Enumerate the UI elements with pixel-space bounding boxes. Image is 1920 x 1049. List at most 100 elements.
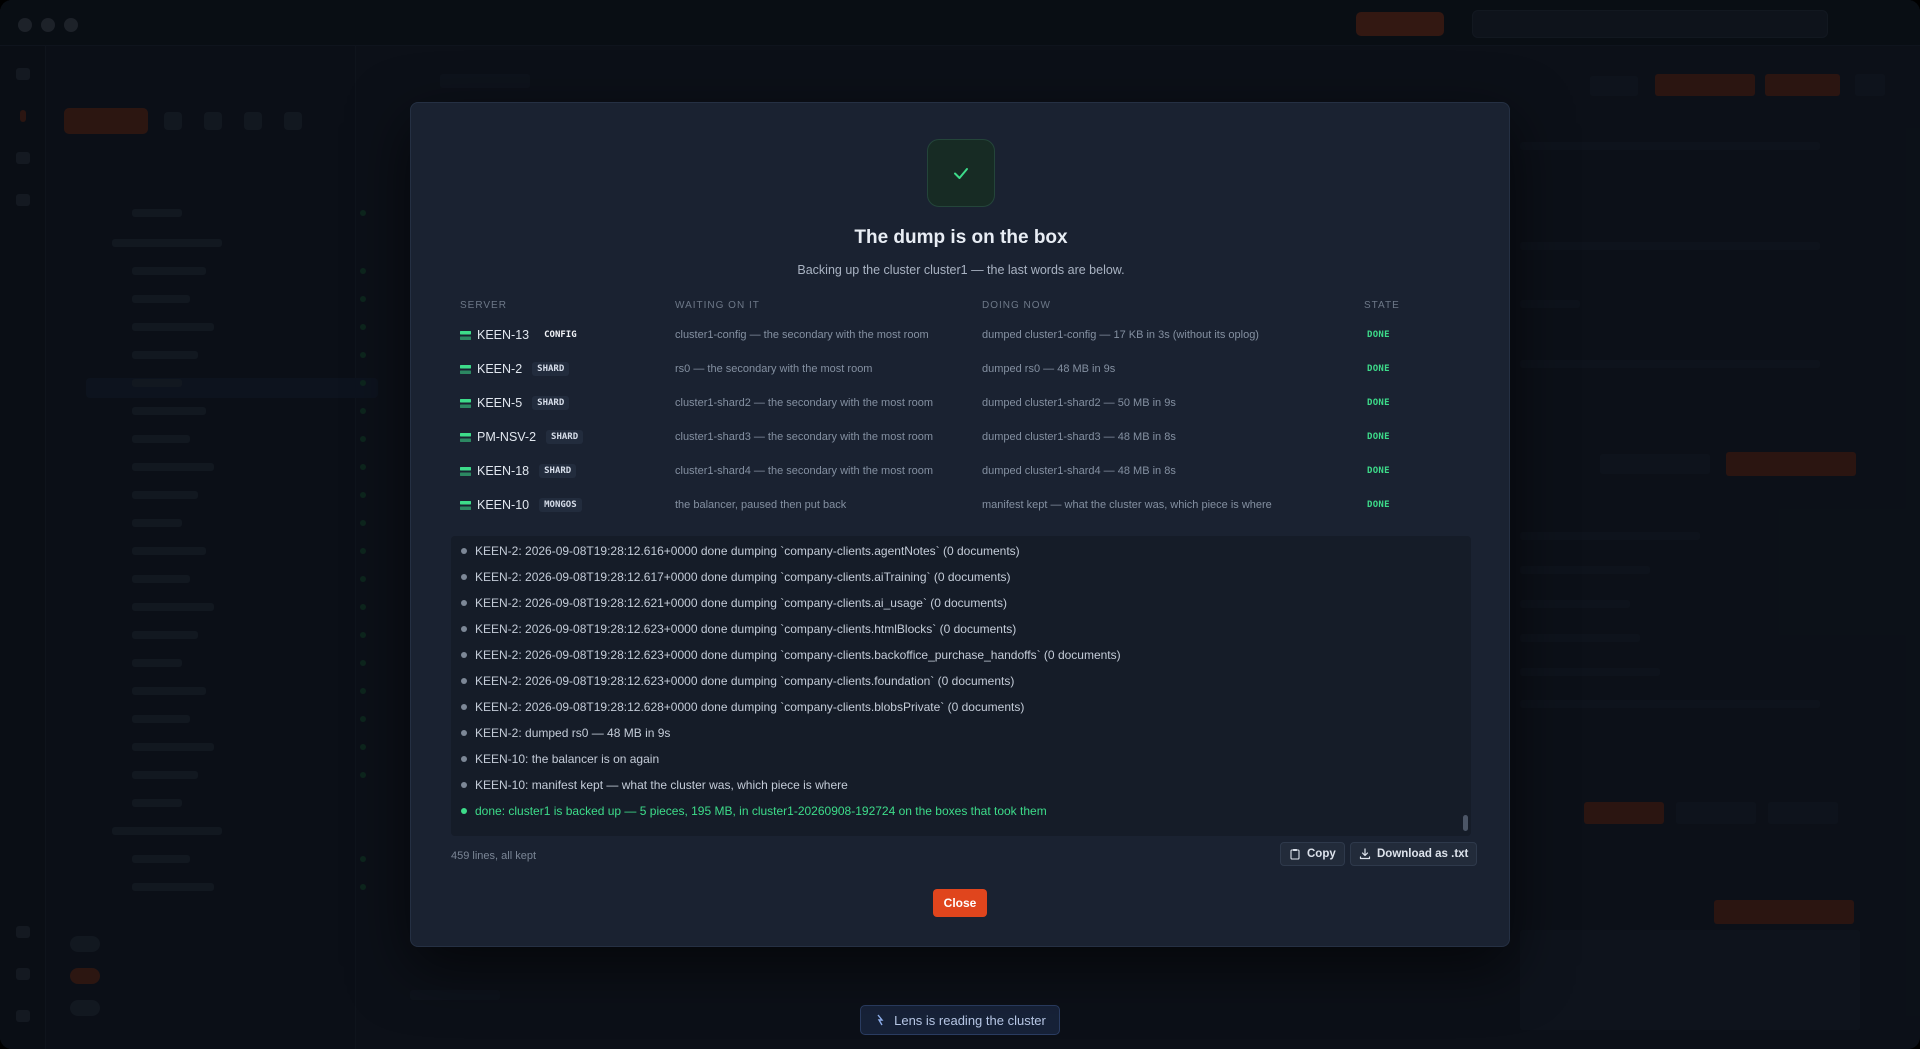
bullet-icon xyxy=(461,626,467,632)
bullet-icon xyxy=(461,678,467,684)
doing-cell: dumped cluster1-shard2 — 50 MB in 9s xyxy=(982,397,1176,409)
server-name: KEEN-5 xyxy=(477,396,523,410)
bullet-icon xyxy=(461,600,467,606)
role-badge: SHARD xyxy=(546,430,584,444)
success-badge xyxy=(927,139,995,207)
download-button[interactable]: Download as .txt xyxy=(1350,842,1478,866)
server-cell: KEEN-18 SHARD xyxy=(460,454,577,488)
bullet-icon xyxy=(461,730,467,736)
doing-cell: dumped cluster1-shard3 — 48 MB in 8s xyxy=(982,431,1176,443)
server-icon xyxy=(460,364,471,374)
status-pill: Lens is reading the cluster xyxy=(860,1005,1060,1035)
doing-cell: manifest kept — what the cluster was, wh… xyxy=(982,499,1272,511)
log-text: KEEN-2: 2026-09-08T19:28:12.623+0000 don… xyxy=(475,622,1017,636)
dialog-title: The dump is on the box xyxy=(854,227,1068,248)
server-icon xyxy=(460,398,471,408)
server-name: KEEN-13 xyxy=(477,328,530,342)
log-line: KEEN-10: the balancer is on again xyxy=(461,746,659,772)
log-text: KEEN-2: 2026-09-08T19:28:12.623+0000 don… xyxy=(475,674,1015,688)
backup-result-dialog: The dump is on the box Backing up the cl… xyxy=(410,102,1510,947)
log-line: KEEN-2: 2026-09-08T19:28:12.623+0000 don… xyxy=(461,668,1014,694)
server-name: KEEN-10 xyxy=(477,498,530,512)
state-badge: DONE xyxy=(1367,364,1390,374)
log-text: KEEN-2: 2026-09-08T19:28:12.616+0000 don… xyxy=(475,544,1020,558)
server-row: KEEN-5 SHARD cluster1-shard2 — the seconda… xyxy=(411,386,1511,420)
waiting-cell: cluster1-shard2 — the secondary with the… xyxy=(675,397,934,409)
copy-button-label: Copy xyxy=(1307,848,1336,860)
server-cell: KEEN-2 SHARD xyxy=(460,352,570,386)
server-name: KEEN-2 xyxy=(477,362,523,376)
bullet-icon xyxy=(461,574,467,580)
state-badge: DONE xyxy=(1367,330,1390,340)
server-row: KEEN-13 CONFIG cluster1-config — the secon… xyxy=(411,318,1511,352)
server-cell: PM-NSV-2 SHARD xyxy=(460,420,584,454)
log-line: KEEN-2: 2026-09-08T19:28:12.628+0000 don… xyxy=(461,694,1024,720)
app-window: Lens is reading the cluster The dump is … xyxy=(0,0,1920,1049)
role-badge: SHARD xyxy=(539,464,577,478)
waiting-cell: rs0 — the secondary with the most room xyxy=(675,363,873,375)
server-name: PM-NSV-2 xyxy=(477,430,537,444)
bullet-icon xyxy=(461,782,467,788)
log-text: KEEN-2: 2026-09-08T19:28:12.623+0000 don… xyxy=(475,648,1121,662)
role-badge: CONFIG xyxy=(544,330,577,340)
log-text: KEEN-2: 2026-09-08T19:28:12.621+0000 don… xyxy=(475,596,1007,610)
download-button-label: Download as .txt xyxy=(1377,848,1469,860)
column-header-waiting: WAITING ON IT xyxy=(675,300,760,311)
log-text: KEEN-10: manifest kept — what the cluste… xyxy=(475,778,848,792)
role-badge: SHARD xyxy=(532,362,570,376)
log-line: KEEN-2: 2026-09-08T19:28:12.623+0000 don… xyxy=(461,642,1121,668)
server-row: PM-NSV-2 SHARD cluster1-shard3 — the secon… xyxy=(411,420,1511,454)
waiting-cell: the balancer, paused then put back xyxy=(675,499,847,511)
download-icon xyxy=(1359,848,1371,860)
bullet-icon xyxy=(461,704,467,710)
log-text: KEEN-2: dumped rs0 — 48 MB in 9s xyxy=(475,726,671,740)
log-line: KEEN-2: 2026-09-08T19:28:12.616+0000 don… xyxy=(461,538,1020,564)
state-badge: DONE xyxy=(1367,500,1390,510)
bullet-icon xyxy=(461,548,467,554)
log-panel[interactable]: KEEN-2: 2026-09-08T19:28:12.616+0000 don… xyxy=(451,536,1471,836)
server-row: KEEN-10 MONGOS the balancer, paused then p… xyxy=(411,488,1511,522)
status-label: Lens is reading the cluster xyxy=(894,1012,1046,1028)
column-header-server: SERVER xyxy=(460,300,507,311)
log-scrollbar[interactable] xyxy=(1463,815,1468,831)
dialog-subtitle: Backing up the cluster cluster1 — the la… xyxy=(797,263,1125,277)
bullet-icon xyxy=(461,652,467,658)
log-line: done: cluster1 is backed up — 5 pieces, … xyxy=(461,798,1047,824)
server-icon xyxy=(460,466,471,476)
log-line-count: 459 lines, all kept xyxy=(451,850,536,862)
waiting-cell: cluster1-shard4 — the secondary with the… xyxy=(675,465,934,477)
server-icon xyxy=(460,432,471,442)
column-header-state: STATE xyxy=(1364,300,1400,311)
log-line: KEEN-2: 2026-09-08T19:28:12.617+0000 don… xyxy=(461,564,1011,590)
copy-button[interactable]: Copy xyxy=(1280,842,1345,866)
server-icon xyxy=(460,500,471,510)
clipboard-icon xyxy=(1290,849,1300,860)
pulse-icon xyxy=(877,1014,884,1026)
server-cell: KEEN-5 SHARD xyxy=(460,386,570,420)
server-row: KEEN-18 SHARD cluster1-shard4 — the second… xyxy=(411,454,1511,488)
log-line: KEEN-2: 2026-09-08T19:28:12.623+0000 don… xyxy=(461,616,1016,642)
role-badge: SHARD xyxy=(532,396,570,410)
state-badge: DONE xyxy=(1367,466,1390,476)
waiting-cell: cluster1-config — the secondary with the… xyxy=(675,329,929,341)
server-name: KEEN-18 xyxy=(477,464,530,478)
role-badge: MONGOS xyxy=(539,498,582,512)
server-icon xyxy=(460,330,471,340)
server-row: KEEN-2 SHARD rs0 — the secondary with the … xyxy=(411,352,1511,386)
state-badge: DONE xyxy=(1367,398,1390,408)
log-text: KEEN-10: the balancer is on again xyxy=(475,752,660,766)
bullet-icon xyxy=(461,756,467,762)
close-button[interactable]: Close xyxy=(933,889,987,917)
doing-cell: dumped cluster1-shard4 — 48 MB in 8s xyxy=(982,465,1176,477)
log-line: KEEN-2: 2026-09-08T19:28:12.621+0000 don… xyxy=(461,590,1007,616)
bullet-icon xyxy=(461,808,467,814)
server-cell: KEEN-13 CONFIG xyxy=(460,318,582,352)
column-header-doing: DOING NOW xyxy=(982,300,1051,311)
log-text: KEEN-2: 2026-09-08T19:28:12.617+0000 don… xyxy=(475,570,1011,584)
log-line: KEEN-10: manifest kept — what the cluste… xyxy=(461,772,848,798)
log-line: KEEN-2: dumped rs0 — 48 MB in 9s xyxy=(461,720,670,746)
check-icon xyxy=(954,168,968,179)
server-cell: KEEN-10 MONGOS xyxy=(460,488,582,522)
waiting-cell: cluster1-shard3 — the secondary with the… xyxy=(675,431,934,443)
log-text: done: cluster1 is backed up — 5 pieces, … xyxy=(475,804,1047,818)
